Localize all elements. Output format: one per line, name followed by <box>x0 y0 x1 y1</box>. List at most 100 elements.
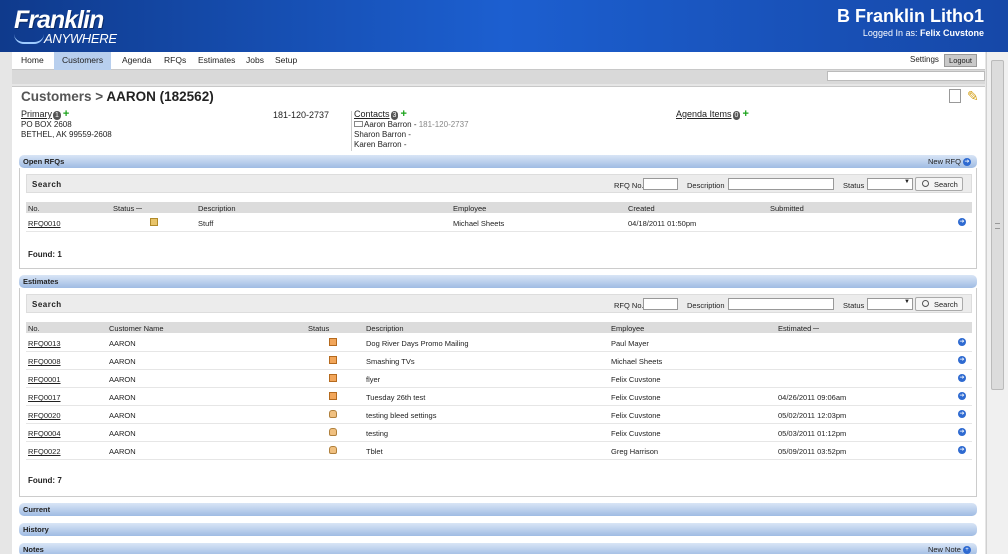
estimates-table-header: No. Customer Name Status Description Emp… <box>26 322 972 333</box>
estimate-number-link[interactable]: RFQ0013 <box>28 339 61 348</box>
col-description[interactable]: Description <box>366 324 404 333</box>
table-row[interactable]: RFQ0020 AARON testing bleed settings Felix … <box>26 406 972 424</box>
search-button[interactable]: Search <box>915 297 963 311</box>
logout-button[interactable]: Logout <box>944 54 977 67</box>
settings-link[interactable]: Settings <box>910 55 939 64</box>
new-note-link[interactable]: New Note + <box>928 545 971 554</box>
nav-rfqs[interactable]: RFQs <box>164 55 186 65</box>
col-created[interactable]: Created <box>628 204 655 213</box>
col-status[interactable]: Status <box>308 324 329 333</box>
logo-swoosh-icon <box>14 34 44 44</box>
table-row[interactable]: RFQ0004 AARON testing Felix Cuvstone 05/03/2… <box>26 424 972 442</box>
thumbs-up-status-icon <box>329 410 337 418</box>
arrow-right-icon[interactable]: ➔ <box>958 374 966 382</box>
nav-customers[interactable]: Customers <box>54 52 112 70</box>
agenda-items-link[interactable]: Agenda Items <box>676 109 732 119</box>
primary-address-block: Primary 1 + PO BOX 2608 BETHEL, AK 99559-2… <box>21 109 112 140</box>
contact-name[interactable]: Aaron Barron <box>364 120 412 129</box>
nav-home[interactable]: Home <box>21 55 44 65</box>
estimate-customer: AARON <box>109 411 136 420</box>
col-employee[interactable]: Employee <box>453 204 486 213</box>
add-primary-plus-icon[interactable]: + <box>63 109 69 120</box>
contact-name[interactable]: Sharon Barron <box>354 130 406 139</box>
plus-circle-icon: + <box>963 546 971 554</box>
quick-search-input[interactable] <box>827 71 985 81</box>
document-icon[interactable] <box>949 89 961 103</box>
col-no[interactable]: No. <box>28 204 40 213</box>
table-row[interactable]: RFQ0001 AARON flyer Felix Cuvstone ➔ <box>26 370 972 388</box>
table-row[interactable]: RFQ0008 AARON Smashing TVs Michael Sheets ➔ <box>26 352 972 370</box>
table-row[interactable]: RFQ0013 AARON Dog River Days Promo Mailing… <box>26 334 972 352</box>
arrow-right-icon[interactable]: ➔ <box>958 392 966 400</box>
estimate-employee: Felix Cuvstone <box>611 411 661 420</box>
breadcrumb-customers[interactable]: Customers > <box>21 89 103 104</box>
table-row[interactable]: RFQ0010 Stuff Michael Sheets 04/18/2011 … <box>26 214 972 232</box>
estimates-box: Search RFQ No. Description Status ▼ Sear… <box>19 288 977 497</box>
description-input[interactable] <box>728 298 834 310</box>
table-row[interactable]: RFQ0017 AARON Tuesday 26th test Felix Cuvst… <box>26 388 972 406</box>
status-select[interactable]: ▼ <box>867 178 913 190</box>
new-note-label: New Note <box>927 545 961 554</box>
estimates-found-count: Found: 7 <box>28 476 62 485</box>
magnifier-icon <box>922 300 929 307</box>
rfq-no-input[interactable] <box>643 298 678 310</box>
col-estimated[interactable]: Estimated <box>778 324 820 333</box>
table-row[interactable]: RFQ0022 AARON Tblet Greg Harrison 05/09/2011… <box>26 442 972 460</box>
arrow-right-icon[interactable]: ➔ <box>958 446 966 454</box>
contacts-link[interactable]: Contacts <box>354 109 390 119</box>
estimates-header[interactable]: Estimates <box>19 275 977 288</box>
estimate-employee: Felix Cuvstone <box>611 393 661 402</box>
history-header[interactable]: History <box>19 523 977 536</box>
estimate-number-link[interactable]: RFQ0020 <box>28 411 61 420</box>
open-rfqs-header[interactable]: Open RFQs New RFQ ➔ <box>19 155 977 168</box>
add-agenda-plus-icon[interactable]: + <box>742 109 748 120</box>
envelope-icon <box>354 121 363 127</box>
description-input[interactable] <box>728 178 834 190</box>
col-customer-name[interactable]: Customer Name <box>109 324 164 333</box>
col-no[interactable]: No. <box>28 324 40 333</box>
rfq-no-label: RFQ No. <box>614 181 644 190</box>
current-section: Current <box>19 503 977 516</box>
pencil-edit-icon[interactable]: ✎ <box>967 88 981 104</box>
agenda-count-badge: 0 <box>732 111 741 120</box>
page-scrollbar[interactable] <box>986 52 1008 554</box>
rfq-search-bar: Search RFQ No. Description Status ▼ Sear… <box>26 174 972 193</box>
estimates-section: Estimates Search RFQ No. Description Sta… <box>19 275 977 497</box>
estimate-number-link[interactable]: RFQ0004 <box>28 429 61 438</box>
nav-jobs[interactable]: Jobs <box>246 55 264 65</box>
col-submitted[interactable]: Submitted <box>770 204 804 213</box>
col-description[interactable]: Description <box>198 204 236 213</box>
col-employee[interactable]: Employee <box>611 324 644 333</box>
rfq-number-link[interactable]: RFQ0010 <box>28 219 61 228</box>
arrow-right-icon[interactable]: ➔ <box>958 428 966 436</box>
nav-estimates[interactable]: Estimates <box>198 55 235 65</box>
sort-icon <box>136 207 143 211</box>
current-header[interactable]: Current <box>19 503 977 516</box>
arrow-right-icon[interactable]: ➔ <box>958 218 966 226</box>
status-select[interactable]: ▼ <box>867 298 913 310</box>
search-label: Search <box>32 300 62 309</box>
contact-separator: - <box>401 140 407 149</box>
arrow-right-icon[interactable]: ➔ <box>958 338 966 346</box>
scrollbar-thumb[interactable] <box>991 60 1004 390</box>
estimate-number-link[interactable]: RFQ0017 <box>28 393 61 402</box>
add-contact-plus-icon[interactable]: + <box>400 109 406 120</box>
estimate-number-link[interactable]: RFQ0022 <box>28 447 61 456</box>
notes-header[interactable]: Notes New Note + <box>19 543 977 554</box>
new-rfq-link[interactable]: New RFQ ➔ <box>928 157 971 167</box>
arrow-right-icon[interactable]: ➔ <box>958 410 966 418</box>
contact-name[interactable]: Karen Barron <box>354 140 402 149</box>
arrow-right-icon[interactable]: ➔ <box>958 356 966 364</box>
primary-link[interactable]: Primary <box>21 109 52 119</box>
estimate-number-link[interactable]: RFQ0001 <box>28 375 61 384</box>
estimate-description: testing bleed settings <box>366 411 437 420</box>
estimate-customer: AARON <box>109 375 136 384</box>
rfq-no-input[interactable] <box>643 178 678 190</box>
search-button[interactable]: Search <box>915 177 963 191</box>
logged-in-info: Logged In as: Felix Cuvstone <box>863 28 984 38</box>
nav-setup[interactable]: Setup <box>275 55 297 65</box>
estimate-number-link[interactable]: RFQ0008 <box>28 357 61 366</box>
nav-agenda[interactable]: Agenda <box>122 55 151 65</box>
company-name: B Franklin Litho1 <box>836 6 984 26</box>
col-status[interactable]: Status <box>113 204 143 213</box>
